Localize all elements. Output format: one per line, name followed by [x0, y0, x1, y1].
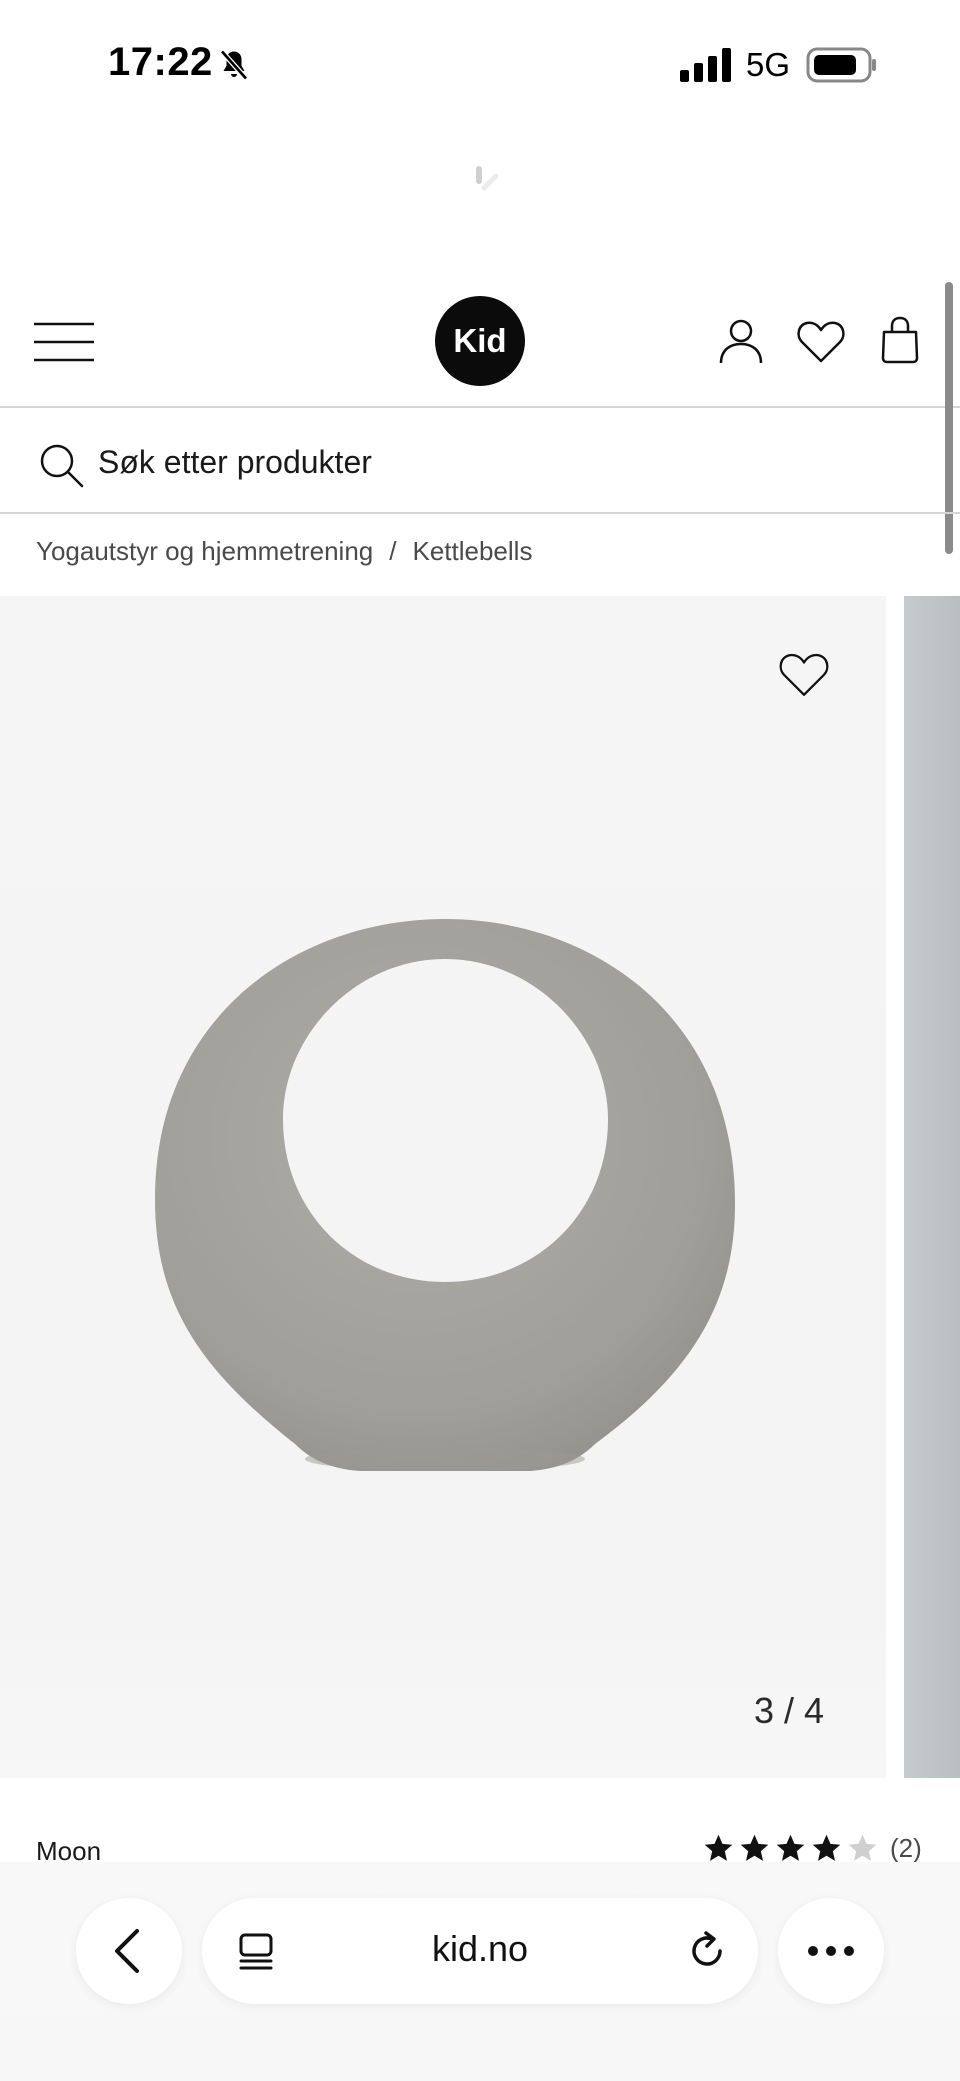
gallery-slide[interactable]: 3 / 4 [0, 596, 886, 1778]
gallery-counter: 3 / 4 [754, 1690, 825, 1731]
logo-text: Kid [453, 322, 507, 359]
account-icon[interactable] [718, 318, 764, 364]
signal-icon [680, 48, 731, 82]
site-header: Kid [0, 272, 960, 408]
product-image [155, 919, 735, 1471]
status-time: 17:22 [108, 40, 213, 84]
heart-icon[interactable] [778, 652, 830, 698]
breadcrumb: Yogautstyr og hjemmetrening / Kettlebell… [36, 536, 532, 567]
heart-icon[interactable] [796, 320, 846, 364]
reload-icon[interactable] [686, 1930, 728, 1972]
address-bar[interactable]: kid.no [202, 1898, 758, 2004]
more-button[interactable] [778, 1898, 884, 2004]
star-filled-icon [812, 1834, 841, 1861]
chevron-left-icon [115, 1929, 139, 1973]
url-text[interactable]: kid.no [202, 1928, 758, 1970]
product-gallery[interactable]: 3 / 4 [0, 596, 960, 1778]
battery-icon [806, 47, 876, 83]
star-empty-icon [848, 1834, 877, 1861]
next-slide-preview[interactable] [904, 596, 960, 1778]
breadcrumb-item[interactable]: Yogautstyr og hjemmetrening [36, 536, 373, 567]
star-filled-icon [704, 1834, 733, 1861]
search-bar [0, 408, 960, 514]
menu-icon[interactable] [34, 322, 94, 362]
search-icon [40, 444, 84, 488]
review-count: (2) [890, 1833, 922, 1863]
breadcrumb-separator: / [389, 536, 397, 566]
shopping-bag-icon[interactable] [880, 316, 920, 364]
star-filled-icon [740, 1834, 769, 1861]
site-logo[interactable]: Kid [435, 296, 525, 386]
browser-toolbar: kid.no [0, 1862, 960, 2081]
back-button[interactable] [76, 1898, 182, 2004]
more-icon [808, 1946, 854, 1956]
star-filled-icon [776, 1834, 805, 1861]
network-type: 5G [746, 46, 791, 83]
search-input[interactable] [98, 434, 918, 490]
breadcrumb-item[interactable]: Kettlebells [412, 536, 532, 567]
product-rating[interactable]: (2) [702, 1832, 922, 1865]
bell-slash-icon [220, 49, 248, 81]
loading-spinner-icon [476, 166, 499, 191]
status-bar: 17:22 5G [0, 0, 960, 130]
